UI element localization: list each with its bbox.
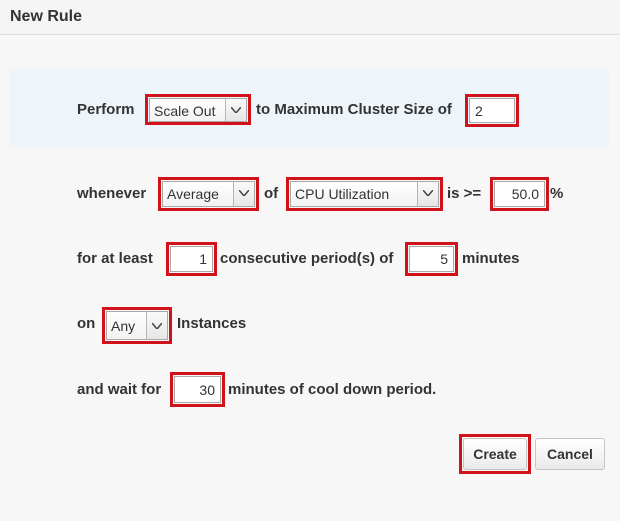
whenever-label: whenever bbox=[77, 185, 147, 202]
minutes-label: minutes bbox=[462, 250, 520, 267]
max-cluster-size-input[interactable]: 2 bbox=[469, 98, 515, 123]
to-max-label: to Maximum Cluster Size of bbox=[256, 101, 452, 118]
on-label: on bbox=[77, 315, 96, 332]
chevron-down-icon bbox=[233, 182, 254, 206]
of-label: of bbox=[264, 185, 279, 202]
cooldown-label: minutes of cool down period. bbox=[228, 381, 437, 398]
period-minutes-input[interactable]: 5 bbox=[409, 246, 454, 272]
threshold-input[interactable]: 50.0 bbox=[494, 181, 545, 207]
action-select-value: Scale Out bbox=[154, 103, 216, 119]
chevron-down-icon bbox=[146, 312, 167, 339]
consecutive-label: consecutive period(s) of bbox=[220, 250, 394, 267]
chevron-down-icon bbox=[225, 99, 246, 121]
instances-select[interactable]: Any bbox=[106, 311, 168, 340]
instances-select-value: Any bbox=[111, 318, 136, 334]
dialog-title: New Rule bbox=[10, 8, 83, 25]
threshold-value: 50.0 bbox=[511, 186, 539, 202]
percent-label: % bbox=[550, 185, 564, 202]
period-minutes-value: 5 bbox=[440, 251, 448, 267]
cooldown-value: 30 bbox=[199, 382, 215, 398]
create-button[interactable]: Create bbox=[463, 438, 527, 470]
wait-for-label: and wait for bbox=[77, 381, 162, 398]
metric-select[interactable]: CPU Utilization bbox=[290, 181, 439, 207]
instances-label: Instances bbox=[177, 315, 247, 332]
statistic-select[interactable]: Average bbox=[162, 181, 255, 207]
cancel-button[interactable]: Cancel bbox=[535, 438, 605, 470]
perform-label: Perform bbox=[77, 101, 135, 118]
max-cluster-size-value: 2 bbox=[475, 103, 483, 119]
periods-value: 1 bbox=[199, 251, 207, 267]
cooldown-input[interactable]: 30 bbox=[174, 376, 221, 403]
dialog-titlebar: New Rule bbox=[0, 0, 620, 35]
metric-select-value: CPU Utilization bbox=[295, 186, 390, 202]
action-select[interactable]: Scale Out bbox=[149, 98, 247, 122]
statistic-select-value: Average bbox=[167, 186, 219, 202]
for-at-least-label: for at least bbox=[77, 250, 153, 267]
chevron-down-icon bbox=[417, 182, 438, 206]
operator-label: is >= bbox=[447, 185, 482, 202]
periods-input[interactable]: 1 bbox=[170, 246, 213, 272]
